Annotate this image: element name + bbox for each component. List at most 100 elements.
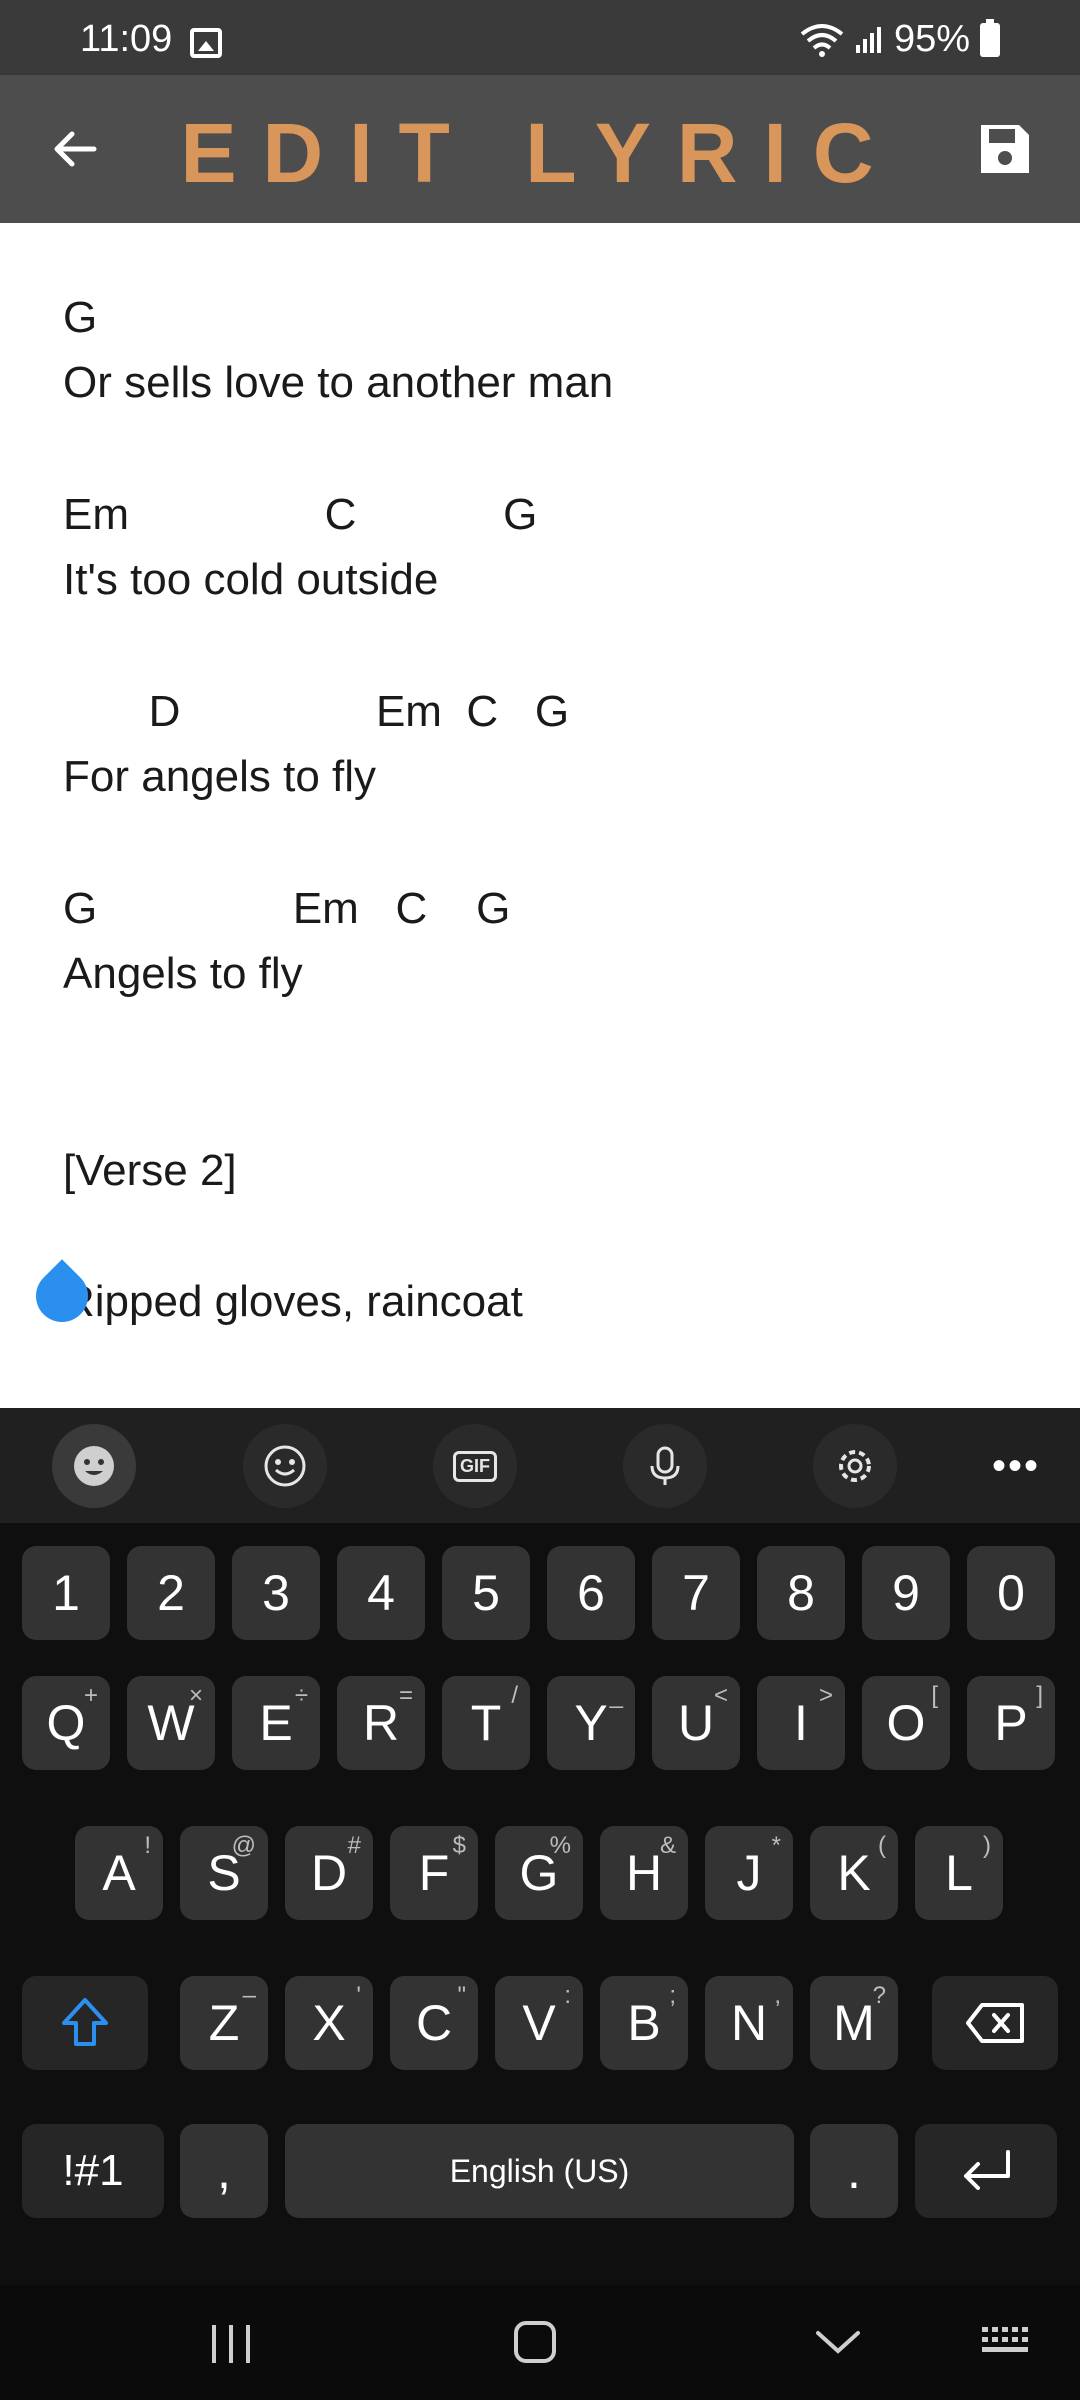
- key-secondary-label: ]: [1036, 1682, 1043, 1709]
- sticker-button[interactable]: [52, 1424, 136, 1508]
- keyboard-toolbar: GIF •••: [0, 1408, 1080, 1523]
- key-f[interactable]: F $: [390, 1826, 478, 1920]
- lyric-line[interactable]: For angels to fly: [63, 752, 376, 802]
- status-bar: 11:09 95%: [0, 0, 1080, 75]
- recent-apps-icon[interactable]: [208, 2323, 254, 2365]
- lyric-editor[interactable]: G Or sells love to another man Em C G It…: [0, 223, 1080, 1408]
- number-key-9[interactable]: 9: [862, 1546, 950, 1640]
- lyric-line[interactable]: Angels to fly: [63, 949, 303, 999]
- key-s[interactable]: S @: [180, 1826, 268, 1920]
- chord-line[interactable]: G: [63, 293, 97, 343]
- voice-input-button[interactable]: [623, 1424, 707, 1508]
- key-label: 1: [52, 1565, 80, 1621]
- backspace-icon: [966, 2003, 1024, 2043]
- key-a[interactable]: A!: [75, 1826, 163, 1920]
- number-key-3[interactable]: 3: [232, 1546, 320, 1640]
- shift-icon: [62, 1998, 108, 2046]
- more-icon[interactable]: •••: [992, 1444, 1040, 1489]
- key-h[interactable]: H &: [600, 1826, 688, 1920]
- key-label: X: [312, 1995, 346, 2051]
- chord-line[interactable]: G Em C G: [63, 884, 510, 934]
- key-secondary-label: –: [242, 1982, 256, 2009]
- key-z[interactable]: Z –: [180, 1976, 268, 2070]
- key-label: M: [833, 1995, 875, 2051]
- key-w[interactable]: W ×: [127, 1676, 215, 1770]
- keyboard-switch-icon[interactable]: [980, 2325, 1034, 2359]
- gif-button[interactable]: GIF: [433, 1424, 517, 1508]
- number-key-2[interactable]: 2: [127, 1546, 215, 1640]
- key-k[interactable]: K(: [810, 1826, 898, 1920]
- key-b[interactable]: B;: [600, 1976, 688, 2070]
- lyric-line[interactable]: Or sells love to another man: [63, 358, 613, 408]
- key-secondary-label: ': [356, 1982, 361, 2009]
- save-button[interactable]: [970, 114, 1040, 184]
- shift-key[interactable]: [22, 1976, 148, 2070]
- key-d[interactable]: D #: [285, 1826, 373, 1920]
- key-label: Y: [574, 1695, 608, 1751]
- section-label[interactable]: [Verse 2]: [63, 1146, 237, 1196]
- key-v[interactable]: V:: [495, 1976, 583, 2070]
- key-m[interactable]: M?: [810, 1976, 898, 2070]
- key-secondary-label: *: [771, 1832, 781, 1859]
- key-o[interactable]: O[: [862, 1676, 950, 1770]
- number-key-8[interactable]: 8: [757, 1546, 845, 1640]
- key-label: U: [677, 1695, 715, 1751]
- number-key-0[interactable]: 0: [967, 1546, 1055, 1640]
- key-secondary-label: <: [713, 1682, 728, 1709]
- key-p[interactable]: P]: [967, 1676, 1055, 1770]
- floppy-disk-icon: [981, 125, 1029, 173]
- key-u[interactable]: U <: [652, 1676, 740, 1770]
- backspace-key[interactable]: [932, 1976, 1058, 2070]
- key-secondary-label: ?: [872, 1982, 886, 2009]
- key-secondary-label: ": [457, 1982, 466, 2009]
- number-key-4[interactable]: 4: [337, 1546, 425, 1640]
- key-q[interactable]: Q +: [22, 1676, 110, 1770]
- number-key-5[interactable]: 5: [442, 1546, 530, 1640]
- key-label: Q: [46, 1695, 86, 1751]
- comma-key[interactable]: ,: [180, 2124, 268, 2218]
- key-r[interactable]: R =: [337, 1676, 425, 1770]
- key-y[interactable]: Y _: [547, 1676, 635, 1770]
- image-notification-icon: [190, 28, 222, 58]
- key-label: 0: [997, 1565, 1025, 1621]
- key-secondary-label: !: [144, 1832, 151, 1859]
- key-l[interactable]: L): [915, 1826, 1003, 1920]
- lyric-line[interactable]: It's too cold outside: [63, 555, 438, 605]
- home-icon[interactable]: [512, 2319, 558, 2365]
- key-i[interactable]: I >: [757, 1676, 845, 1770]
- wifi-icon: [800, 23, 844, 57]
- key-label: Z: [208, 1995, 240, 2051]
- key-label: 7: [682, 1565, 710, 1621]
- key-label: B: [627, 1995, 661, 2051]
- key-j[interactable]: J *: [705, 1826, 793, 1920]
- hide-keyboard-icon[interactable]: [814, 2327, 862, 2357]
- key-label: J: [736, 1845, 762, 1901]
- system-nav-bar: [0, 2285, 1080, 2400]
- keyboard-settings-button[interactable]: [813, 1424, 897, 1508]
- number-key-1[interactable]: 1: [22, 1546, 110, 1640]
- key-label: V: [522, 1995, 556, 2051]
- symbols-key[interactable]: !#1: [22, 2124, 164, 2218]
- lyric-line[interactable]: Ripped gloves, raincoat: [63, 1277, 523, 1327]
- number-key-6[interactable]: 6: [547, 1546, 635, 1640]
- key-label: P: [994, 1695, 1028, 1751]
- number-key-7[interactable]: 7: [652, 1546, 740, 1640]
- status-time: 11:09: [80, 18, 173, 60]
- key-n[interactable]: N,: [705, 1976, 793, 2070]
- app-bar: EDIT LYRIC: [0, 75, 1080, 223]
- chord-line[interactable]: D Em C G: [63, 687, 570, 737]
- space-key[interactable]: English (US): [285, 2124, 794, 2218]
- enter-key[interactable]: [915, 2124, 1057, 2218]
- key-x[interactable]: X ': [285, 1976, 373, 2070]
- key-secondary-label: >: [818, 1682, 833, 1709]
- gif-icon: GIF: [453, 1450, 497, 1482]
- key-g[interactable]: G%: [495, 1826, 583, 1920]
- battery-icon: [980, 18, 1000, 57]
- enter-icon: [964, 2150, 1010, 2190]
- key-c[interactable]: C ": [390, 1976, 478, 2070]
- chord-line[interactable]: Em C G: [63, 490, 537, 540]
- key-t[interactable]: T /: [442, 1676, 530, 1770]
- emoji-button[interactable]: [243, 1424, 327, 1508]
- period-key[interactable]: .: [810, 2124, 898, 2218]
- key-e[interactable]: E ÷: [232, 1676, 320, 1770]
